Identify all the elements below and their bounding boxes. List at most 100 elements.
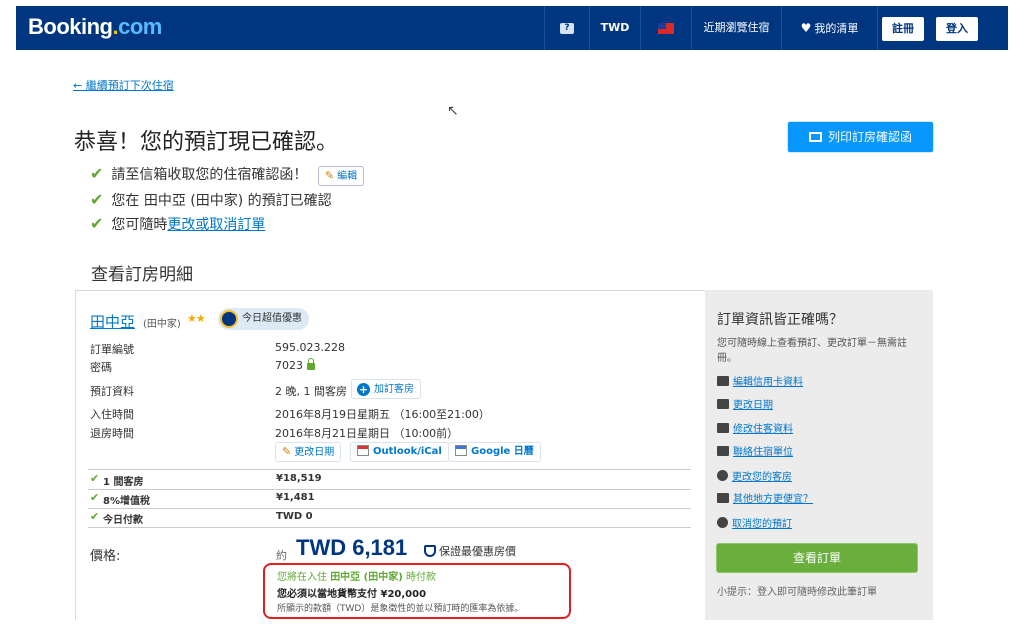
- pin-value: 7023: [275, 358, 315, 372]
- calendar-icon: [357, 445, 369, 456]
- modify-cancel-link[interactable]: 更改或取消訂單: [167, 217, 265, 233]
- check-line-confirmed: ✔ 您在 田中亞 (田中家) 的預訂已確認: [90, 190, 332, 210]
- change-date-button[interactable]: ✎ 更改日期: [275, 442, 342, 462]
- plus-icon: +: [357, 383, 370, 396]
- fee-value: ¥18,519: [276, 473, 322, 484]
- booking-info-label: 預訂資料: [90, 385, 134, 398]
- checkout-value: 2016年8月21日星期日 （10:00前）: [275, 427, 459, 440]
- side-link-label: 修改住客資料: [733, 424, 793, 435]
- checkout-label: 退房時間: [90, 427, 134, 440]
- fee-row: ✔ 1 間客房 ¥18,519: [88, 472, 691, 489]
- divider: [88, 508, 691, 509]
- medal-icon: [220, 310, 238, 328]
- nav-divider: [877, 6, 878, 50]
- total-price: TWD 6,181: [296, 535, 408, 560]
- booking-number-label: 訂單編號: [90, 343, 134, 356]
- checkmark-icon: ✔: [90, 190, 104, 209]
- best-price-label: 保證最優惠房價: [439, 545, 516, 558]
- hotel-name-link[interactable]: 田中亞: [90, 311, 135, 332]
- view-booking-button[interactable]: 查看訂單: [717, 544, 917, 572]
- taiwan-flag-icon: [658, 22, 674, 34]
- edit-guest-link[interactable]: 修改住客資料: [717, 423, 793, 437]
- side-title: 訂單資訊皆正確嗎？: [717, 312, 843, 328]
- side-link-label: 更改日期: [733, 400, 773, 411]
- side-link-label: 聯絡住宿單位: [733, 447, 793, 458]
- google-label: Google 日曆: [471, 446, 534, 457]
- logo-tld: com: [118, 14, 162, 39]
- google-calendar-button[interactable]: Google 日曆: [448, 442, 541, 462]
- pay-hotel-name: 田中亞 (田中家): [330, 572, 403, 583]
- fee-value: TWD 0: [276, 511, 313, 522]
- cancel-icon: [717, 517, 728, 528]
- fee-row: ✔ 今日付款 TWD 0: [88, 510, 691, 527]
- help-button[interactable]: ?: [545, 6, 589, 50]
- change-date-label: 更改日期: [294, 447, 335, 458]
- pencil-icon: ✎: [282, 445, 292, 458]
- recently-viewed-link[interactable]: 近期瀏覽住宿: [692, 6, 781, 50]
- star-rating: ★★: [187, 312, 206, 325]
- pay-prefix: 您將在入住: [277, 572, 327, 583]
- price-label: 價格:: [90, 549, 121, 564]
- mouse-cursor-icon: ↖: [447, 103, 459, 119]
- change-date-link[interactable]: 更改日期: [717, 399, 773, 413]
- wishlist-label: 我的清單: [814, 22, 859, 35]
- check-text: 您可隨時: [111, 217, 168, 233]
- divider: [88, 469, 691, 470]
- divider: [88, 527, 691, 528]
- add-room-button[interactable]: + 加訂客房: [351, 379, 421, 399]
- edit-email-button[interactable]: ✎ 編輯: [317, 166, 365, 186]
- print-button-label: 列印訂房確認函: [827, 130, 912, 144]
- fee-label: 8%增值稅: [103, 496, 150, 507]
- fee-value: ¥1,481: [276, 492, 315, 503]
- side-link-label: 編輯信用卡資料: [733, 377, 803, 388]
- google-calendar-icon: [455, 445, 467, 456]
- print-confirmation-button[interactable]: 列印訂房確認函: [788, 122, 933, 152]
- page-title: 恭喜！您的預訂現已確認。: [74, 130, 339, 155]
- login-button[interactable]: 登入: [936, 17, 978, 41]
- shield-check-icon: [424, 545, 436, 557]
- chat-icon: [717, 446, 729, 456]
- local-currency-note: 您必須以當地貨幣支付 ¥20,000: [277, 589, 427, 600]
- lock-icon: [307, 358, 315, 370]
- continue-booking-link[interactable]: ← 繼續預訂下次住宿: [73, 77, 174, 93]
- pay-at-hotel-note: 您將在入住 田中亞 (田中家) 時付款: [277, 568, 436, 583]
- cheaper-elsewhere-link[interactable]: 其他地方更便宜？: [717, 493, 813, 507]
- outlook-ical-button[interactable]: Outlook/iCal: [350, 442, 449, 462]
- register-button[interactable]: 註冊: [882, 17, 924, 41]
- deal-badge: 今日超值優惠: [218, 308, 309, 330]
- fee-row: ✔ 8%增值稅 ¥1,481: [88, 491, 691, 508]
- booking-logo[interactable]: Booking.com: [28, 14, 162, 40]
- cancel-booking-link[interactable]: 取消您的預訂: [717, 517, 792, 531]
- check-line-email: ✔ 請至信箱收取您的住宿確認函！ ✎ 編輯: [90, 164, 365, 186]
- checkin-value: 2016年8月19日星期五 （16:00至21:00）: [275, 408, 490, 421]
- hotel-subtitle: (田中家): [143, 319, 181, 330]
- exchange-rate-note: 所顯示的款額（TWD）是象徵性的並以預訂時的匯率為依據。: [277, 604, 524, 614]
- price-approx: 約: [276, 549, 287, 562]
- change-room-link[interactable]: 更改您的客房: [717, 470, 792, 484]
- checkmark-icon: ✔: [90, 214, 104, 233]
- divider: [88, 489, 691, 490]
- money-icon: [717, 493, 729, 503]
- pin-label: 密碼: [90, 361, 112, 374]
- language-selector[interactable]: [641, 6, 691, 50]
- side-description: 您可隨時線上查看預訂、更改訂單－無需註冊。: [717, 338, 907, 364]
- currency-selector[interactable]: TWD: [590, 6, 640, 50]
- checkin-label: 入住時間: [90, 408, 134, 421]
- best-price-guarantee: 保證最優惠房價: [424, 543, 516, 559]
- heart-icon: ♥: [800, 21, 812, 35]
- checkmark-icon: ✔: [90, 164, 104, 183]
- contact-property-link[interactable]: 聯絡住宿單位: [717, 446, 793, 460]
- edit-credit-card-link[interactable]: 編輯信用卡資料: [717, 376, 803, 390]
- bed-icon: [717, 470, 728, 481]
- calendar-icon: [717, 399, 729, 409]
- logo-text: Booking: [28, 14, 113, 39]
- outlook-label: Outlook/iCal: [373, 446, 442, 457]
- fee-label: 1 間客房: [103, 477, 144, 488]
- wishlist-link[interactable]: ♥ 我的清單: [782, 6, 877, 50]
- booking-info: 2 晚, 1 間客房: [275, 385, 347, 398]
- deal-label: 今日超值優惠: [242, 313, 302, 324]
- side-link-label: 更改您的客房: [732, 472, 792, 483]
- help-icon: ?: [560, 22, 574, 34]
- add-room-label: 加訂客房: [374, 384, 414, 395]
- section-title: 查看訂房明細: [91, 265, 193, 285]
